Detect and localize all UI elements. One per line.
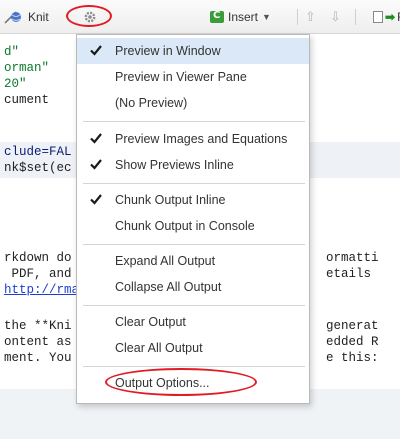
menu-separator	[83, 121, 305, 122]
code-line: etails	[326, 267, 372, 281]
menu-item-label: (No Preview)	[115, 96, 188, 110]
code-line: ormatti	[326, 251, 379, 265]
checkmark-icon	[90, 45, 102, 56]
highlight-circle-output-options	[105, 368, 257, 396]
run-arrow-icon: ➡	[385, 10, 396, 24]
knit-button[interactable]: Knit	[4, 0, 49, 34]
code-line: cument	[4, 93, 50, 107]
insert-chunk-button[interactable]: Insert ▼	[210, 0, 271, 34]
menu-item-label: Preview in Window	[115, 44, 221, 58]
menu-item-preview-images-equations[interactable]: Preview Images and Equations	[77, 126, 309, 152]
run-chunk-icon	[373, 11, 383, 23]
menu-item-label: Chunk Output in Console	[115, 219, 255, 233]
menu-separator	[83, 366, 305, 367]
menu-item-label: Chunk Output Inline	[115, 193, 226, 207]
settings-button[interactable]	[66, 0, 114, 34]
menu-item-label: Clear Output	[115, 315, 186, 329]
arrow-up-icon: ⇧	[305, 9, 316, 24]
previous-chunk-button[interactable]: ⇧	[305, 0, 316, 34]
editor-toolbar: Knit Insert ▼ ⇧ ⇩ ➡ R	[0, 0, 400, 34]
checkmark-icon	[90, 194, 102, 205]
code-line: clude=FAL	[4, 145, 72, 159]
menu-item-collapse-all-output[interactable]: Collapse All Output	[77, 274, 309, 300]
menu-item-label: Expand All Output	[115, 254, 216, 268]
menu-item-label: Preview Images and Equations	[115, 132, 288, 146]
knit-yarn-icon	[4, 11, 21, 24]
menu-item-expand-all-output[interactable]: Expand All Output	[77, 248, 309, 274]
menu-item-preview-in-viewer-pane[interactable]: Preview in Viewer Pane	[77, 64, 309, 90]
menu-item-label: Show Previews Inline	[115, 158, 234, 172]
menu-separator	[83, 305, 305, 306]
insert-label: Insert	[228, 10, 259, 24]
menu-item-chunk-output-inline[interactable]: Chunk Output Inline	[77, 187, 309, 213]
highlight-circle-gear	[66, 5, 112, 27]
code-line: rkdown do	[4, 251, 72, 265]
code-line: 20"	[4, 77, 27, 91]
menu-item-no-preview[interactable]: (No Preview)	[77, 90, 309, 116]
menu-item-chunk-output-console[interactable]: Chunk Output in Console	[77, 213, 309, 239]
menu-separator	[83, 244, 305, 245]
menu-item-label: Collapse All Output	[115, 280, 222, 294]
checkmark-icon	[90, 159, 102, 170]
code-line: d"	[4, 45, 20, 59]
code-line: nk$set(ec	[4, 161, 72, 175]
menu-item-clear-all-output[interactable]: Clear All Output	[77, 335, 309, 361]
code-line: PDF, and	[4, 267, 72, 281]
checkmark-icon	[90, 133, 102, 144]
next-chunk-button[interactable]: ⇩	[330, 0, 341, 34]
arrow-down-icon: ⇩	[330, 9, 341, 24]
code-link[interactable]: http://rma	[4, 282, 79, 298]
code-line: e this:	[326, 351, 379, 365]
toolbar-divider	[355, 9, 356, 25]
menu-item-clear-output[interactable]: Clear Output	[77, 309, 309, 335]
menu-item-label: Clear All Output	[115, 341, 203, 355]
menu-item-show-previews-inline[interactable]: Show Previews Inline	[77, 152, 309, 178]
menu-item-label: Preview in Viewer Pane	[115, 70, 247, 84]
output-options-menu: Preview in Window Preview in Viewer Pane…	[76, 34, 310, 404]
code-line: edded R	[326, 335, 379, 349]
chevron-down-icon: ▼	[262, 12, 271, 22]
run-button[interactable]: ➡ R	[373, 0, 400, 34]
toolbar-divider	[297, 9, 298, 25]
code-line: generat	[326, 319, 379, 333]
menu-separator	[83, 183, 305, 184]
menu-item-preview-in-window[interactable]: Preview in Window	[77, 38, 309, 64]
code-line: orman"	[4, 61, 50, 75]
code-line: the **Kni	[4, 319, 72, 333]
code-line: ment. You	[4, 351, 72, 365]
insert-chunk-icon	[210, 10, 224, 23]
knit-label: Knit	[28, 10, 49, 24]
code-line: ontent as	[4, 335, 72, 349]
